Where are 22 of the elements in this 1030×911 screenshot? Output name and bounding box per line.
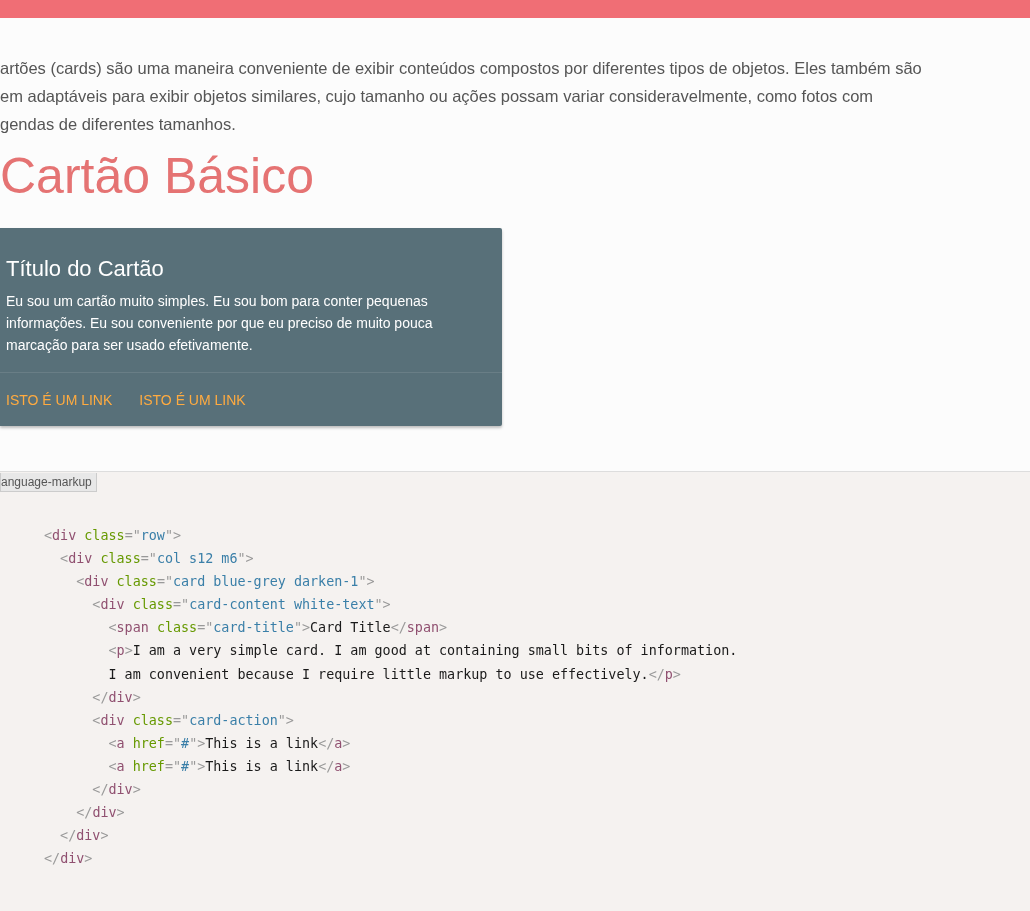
code-line: </div> <box>75 804 126 823</box>
code-line: </div> <box>44 850 94 869</box>
code-line: <span class="card-title">Card Title</span> <box>107 619 449 638</box>
code-line: <div class="card blue-grey darken-1"> <box>75 573 376 592</box>
code-line: <p>I am a very simple card. I am good at containing small bits of information. <box>107 642 739 661</box>
card-text: Eu sou um cartão muito simples. Eu sou bom para conter pequenas informações. Eu sou conveniente por que eu preciso de muito pouca marcação para ser usado efetivamente. <box>6 292 434 355</box>
code-line: </div> <box>59 827 110 846</box>
code-line: <a href="#">This is a link</a> <box>107 734 352 753</box>
code-line: <div class="card-action"> <box>91 711 295 730</box>
language-label: anguage-markup <box>0 473 97 492</box>
code-line: </div> <box>91 781 142 800</box>
card-title: Título do Cartão <box>6 255 165 283</box>
code-line: <div class="card-content white-text"> <box>91 596 392 615</box>
card-link[interactable]: ISTO É UM LINK <box>6 390 113 410</box>
card-link[interactable]: ISTO É UM LINK <box>139 390 246 410</box>
code-line: <a href="#">This is a link</a> <box>107 757 352 776</box>
code-line: <div class="row"> <box>44 527 183 545</box>
intro-paragraph: artões (cards) são uma maneira conveniente de exibir conteúdos compostos por diferentes tipos de objetos. Eles também são em adaptáveis para exibir objetos similares, cujo tamanho ou ações possam variar consideravelmente, como fotos com gendas de diferentes tamanhos. <box>0 58 923 135</box>
code-line: I am convenient because I require little markup to use effectively.</p> <box>107 665 682 684</box>
section-heading: Cartão Básico <box>0 147 316 206</box>
code-line: </div> <box>91 688 142 707</box>
code-line: <div class="col s12 m6"> <box>59 550 255 569</box>
